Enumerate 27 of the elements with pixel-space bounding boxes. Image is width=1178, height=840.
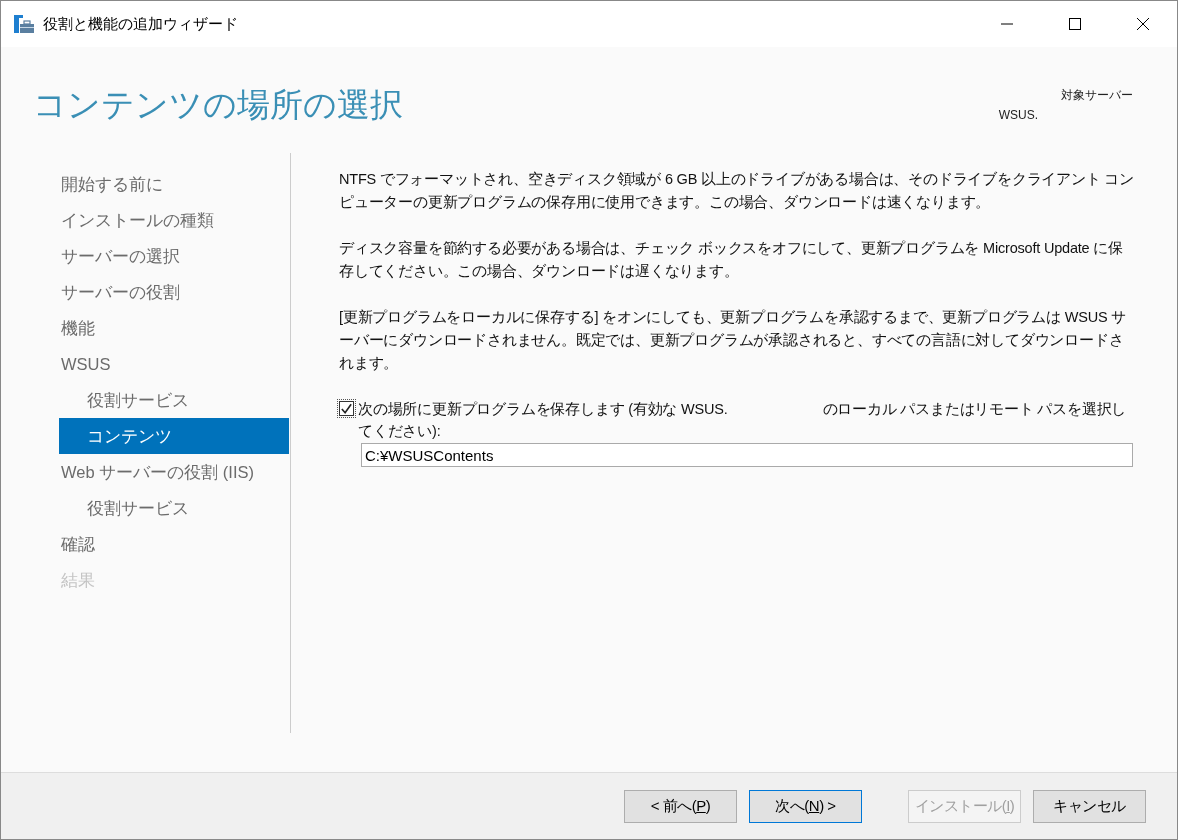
path-field[interactable]: C:¥WSUSContents	[361, 443, 1133, 467]
checkbox-label: 次の場所に更新プログラムを保存します (有効な WSUS. のローカル パスまたはリモート パスを選択してください):	[358, 400, 1128, 441]
close-icon	[1137, 18, 1149, 30]
wizard-step[interactable]: 機能	[59, 310, 289, 346]
wizard-step[interactable]: サーバーの選択	[59, 238, 289, 274]
wizard-step[interactable]: 確認	[59, 526, 289, 562]
page-title: コンテンツの場所の選択	[33, 85, 403, 125]
wizard-step[interactable]: 役割サービス	[59, 490, 289, 526]
wizard-step[interactable]: WSUS	[59, 346, 289, 382]
wizard-step[interactable]: 開始する前に	[59, 166, 289, 202]
description-paragraph: ディスク容量を節約する必要がある場合は、チェック ボックスをオフにして、更新プログラムを Microsoft Update に保存してください。この場合、ダウンロードは遅くなります。	[339, 239, 1124, 281]
wizard-step[interactable]: 役割サービス	[59, 382, 289, 418]
wizard-step[interactable]: コンテンツ	[59, 418, 289, 454]
toolbox-icon	[14, 15, 34, 33]
wizard-step[interactable]: サーバーの役割	[59, 274, 289, 310]
description-paragraph: [更新プログラムをローカルに保存する] をオンにしても、更新プログラムを承認するまで、更新プログラムは WSUS サーバーにダウンロードされません。既定では、更新プログラムが承認されると、すべての言語に対してダウンロードされます。	[339, 308, 1128, 373]
wizard-step[interactable]: Web サーバーの役割 (IIS)	[59, 454, 289, 490]
wizard-button[interactable]: 次へ(N) >	[749, 789, 862, 823]
wizard-button[interactable]: < 前へ(P)	[624, 789, 737, 823]
target-server-label: 対象サーバー	[1061, 87, 1133, 104]
description-paragraph: NTFS でフォーマットされ、空きディスク領域が 6 GB 以上のドライブがある場合は、そのドライブをクライアント コンピューターの更新プログラムの保存用に使用できます。この場合、ダウンロードは速くなります。	[339, 170, 1134, 212]
target-server-value: WSUS.	[998, 108, 1038, 122]
maximize-icon	[1069, 18, 1081, 30]
window-title: 役割と機能の追加ウィザード	[43, 14, 238, 34]
wizard-step[interactable]: インストールの種類	[59, 202, 289, 238]
checkbox[interactable]	[339, 401, 354, 416]
wizard-button[interactable]: キャンセル	[1033, 789, 1146, 823]
